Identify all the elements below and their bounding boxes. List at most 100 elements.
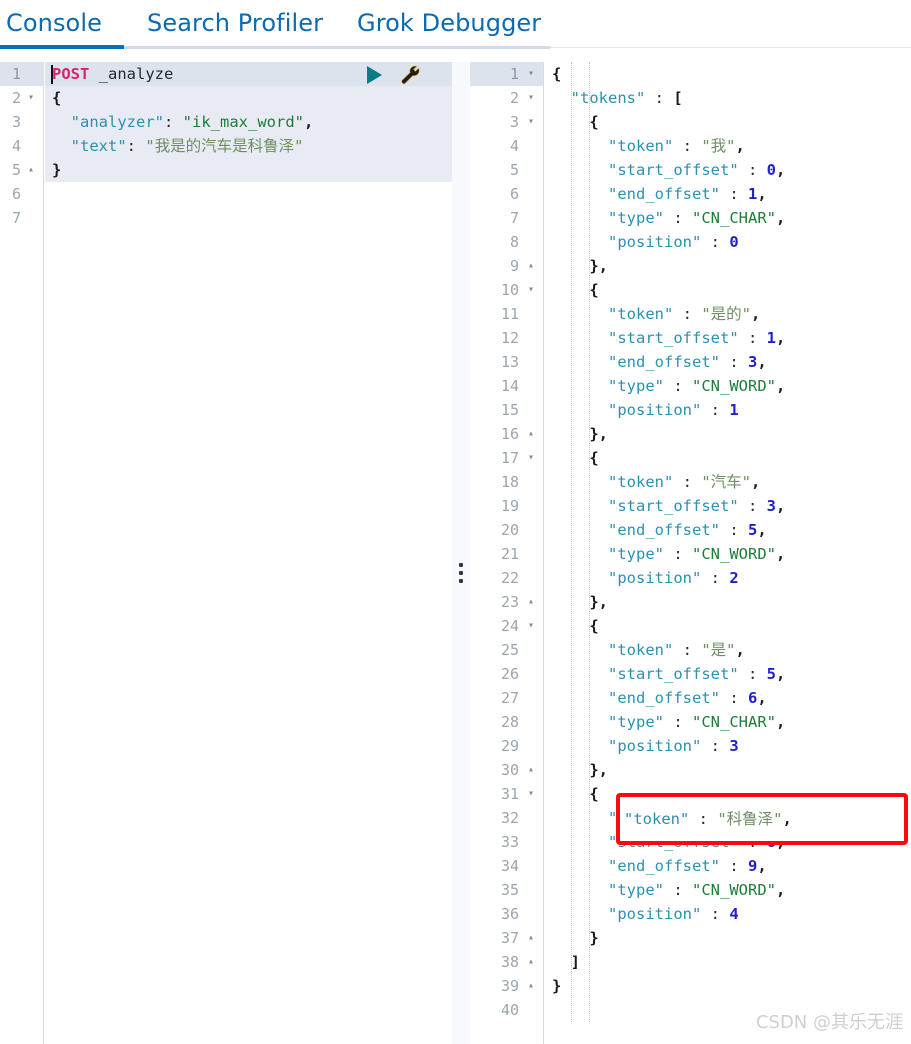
code-line[interactable]: "end_offset" : 5, [545,518,911,542]
line-number: 18 [500,473,519,491]
code-line[interactable]: "token" : "是的", [545,302,911,326]
line-number: 12 [500,329,519,347]
line-number: 7 [11,209,21,227]
watermark: CSDN @其乐无涯 [755,1012,903,1033]
line-number: 8 [509,233,519,251]
code-line[interactable]: { [545,278,911,302]
code-line[interactable]: }, [545,254,911,278]
code-line[interactable]: "start_offset" : 1, [545,326,911,350]
line-number: 23 ▴ [470,590,543,614]
response-code-area[interactable]: { "tokens" : [ { "token" : "我", "start_o… [545,62,911,1044]
line-number: 35 [500,881,519,899]
fold-toggle-icon[interactable]: ▾ [525,110,537,134]
tab-active-indicator [0,45,124,49]
line-number: 20 [500,521,519,539]
line-number: 2 ▾ [470,86,543,110]
fold-toggle-icon[interactable]: ▾ [525,782,537,806]
line-number: 5 [509,161,519,179]
code-line[interactable]: "analyzer": "ik_max_word", [45,110,452,134]
line-number: 40 [500,1001,519,1019]
fold-toggle-icon[interactable]: ▴ [525,950,537,974]
fold-toggle-icon[interactable]: ▴ [25,158,37,182]
code-line[interactable]: "token" : "汽车", [545,470,911,494]
tab-bar: Console Search Profiler Grok Debugger [0,0,911,52]
pane-splitter[interactable] [452,62,470,1044]
fold-toggle-icon[interactable]: ▾ [525,446,537,470]
line-number: 5 ▴ [0,158,43,182]
code-line[interactable]: "position" : 1 [545,398,911,422]
code-line[interactable]: { [545,446,911,470]
code-line[interactable]: "token" : "我", [545,134,911,158]
line-number: 7 [509,209,519,227]
fold-toggle-icon[interactable]: ▴ [525,758,537,782]
code-line[interactable]: } [545,974,911,998]
code-line[interactable]: "start_offset" : 0, [545,158,911,182]
line-number: 10 ▾ [470,278,543,302]
fold-toggle-icon[interactable]: ▾ [525,86,537,110]
line-number: 3 ▾ [470,110,543,134]
code-line[interactable]: "type" : "CN_WORD", [545,374,911,398]
code-line[interactable]: "type" : "CN_WORD", [545,878,911,902]
line-number: 9 ▴ [470,254,543,278]
code-line[interactable]: "type" : "CN_WORD", [545,542,911,566]
code-line[interactable] [45,182,452,206]
line-number: 16 ▴ [470,422,543,446]
code-line[interactable]: "position" : 0 [545,230,911,254]
line-number: 19 [500,497,519,515]
code-line[interactable]: }, [545,590,911,614]
tab-grok-debugger[interactable]: Grok Debugger [357,0,541,46]
line-number: 11 [500,305,519,323]
line-number: 1 ▾ [470,62,543,86]
fold-toggle-icon[interactable]: ▴ [525,974,537,998]
wrench-icon[interactable] [399,64,421,86]
fold-toggle-icon[interactable]: ▾ [25,86,37,110]
fold-toggle-icon[interactable]: ▴ [525,254,537,278]
tab-console[interactable]: Console [6,0,102,46]
code-line[interactable]: "token" : "是", [545,638,911,662]
line-number: 17 ▾ [470,446,543,470]
code-line[interactable]: { [45,86,452,110]
code-line[interactable]: ] [545,950,911,974]
code-line[interactable]: "start_offset" : 3, [545,494,911,518]
code-line[interactable]: "position" : 3 [545,734,911,758]
code-line[interactable]: "start_offset" : 6, [545,830,911,854]
fold-toggle-icon[interactable]: ▾ [525,278,537,302]
play-icon[interactable] [367,66,382,84]
code-line[interactable]: "start_offset" : 5, [545,662,911,686]
code-line[interactable]: "end_offset" : 6, [545,686,911,710]
response-gutter: 1 ▾ 2 ▾ 3 ▾ 4 5 6 7 8 9 ▴ 10 ▾ 11 12 13 14 15 16 ▴ 17 ▾ 18 19 20 21… [470,62,544,1044]
line-number: 31 ▾ [470,782,543,806]
code-line[interactable]: } [545,926,911,950]
tab-bar-divider-light [550,47,911,48]
fold-toggle-icon[interactable]: ▴ [525,422,537,446]
code-line[interactable]: "tokens" : [ [545,86,911,110]
code-line[interactable]: { [545,62,911,86]
code-line[interactable]: "type" : "CN_CHAR", [545,710,911,734]
fold-toggle-icon[interactable]: ▾ [525,62,537,86]
fold-toggle-icon[interactable]: ▴ [525,590,537,614]
code-line[interactable]: }, [545,422,911,446]
code-line[interactable]: "end_offset" : 9, [545,854,911,878]
line-number: 32 [500,809,519,827]
text-caret [51,65,53,84]
code-line[interactable]: "token" : "科鲁泽", [545,806,911,830]
line-number: 6 [11,185,21,203]
code-line[interactable]: "type" : "CN_CHAR", [545,206,911,230]
code-line[interactable]: } [45,158,452,182]
code-line[interactable]: { [545,782,911,806]
code-line[interactable]: "position" : 2 [545,566,911,590]
fold-toggle-icon[interactable]: ▾ [525,614,537,638]
tab-search-profiler[interactable]: Search Profiler [147,0,323,46]
code-line[interactable]: }, [545,758,911,782]
code-line[interactable] [45,206,452,230]
code-line[interactable]: "text": "我是的汽车是科鲁泽" [45,134,452,158]
code-line[interactable]: "position" : 4 [545,902,911,926]
drag-dots-icon[interactable] [458,563,464,587]
fold-toggle-icon[interactable]: ▴ [525,926,537,950]
code-line[interactable]: "end_offset" : 3, [545,350,911,374]
response-pane: 1 ▾ 2 ▾ 3 ▾ 4 5 6 7 8 9 ▴ 10 ▾ 11 12 13 14 15 16 ▴ 17 ▾ 18 19 20 21… [470,62,911,1044]
request-code-area[interactable]: POST _analyze{ "analyzer": "ik_max_word"… [45,62,452,1044]
code-line[interactable]: "end_offset" : 1, [545,182,911,206]
code-line[interactable]: { [545,110,911,134]
code-line[interactable]: { [545,614,911,638]
